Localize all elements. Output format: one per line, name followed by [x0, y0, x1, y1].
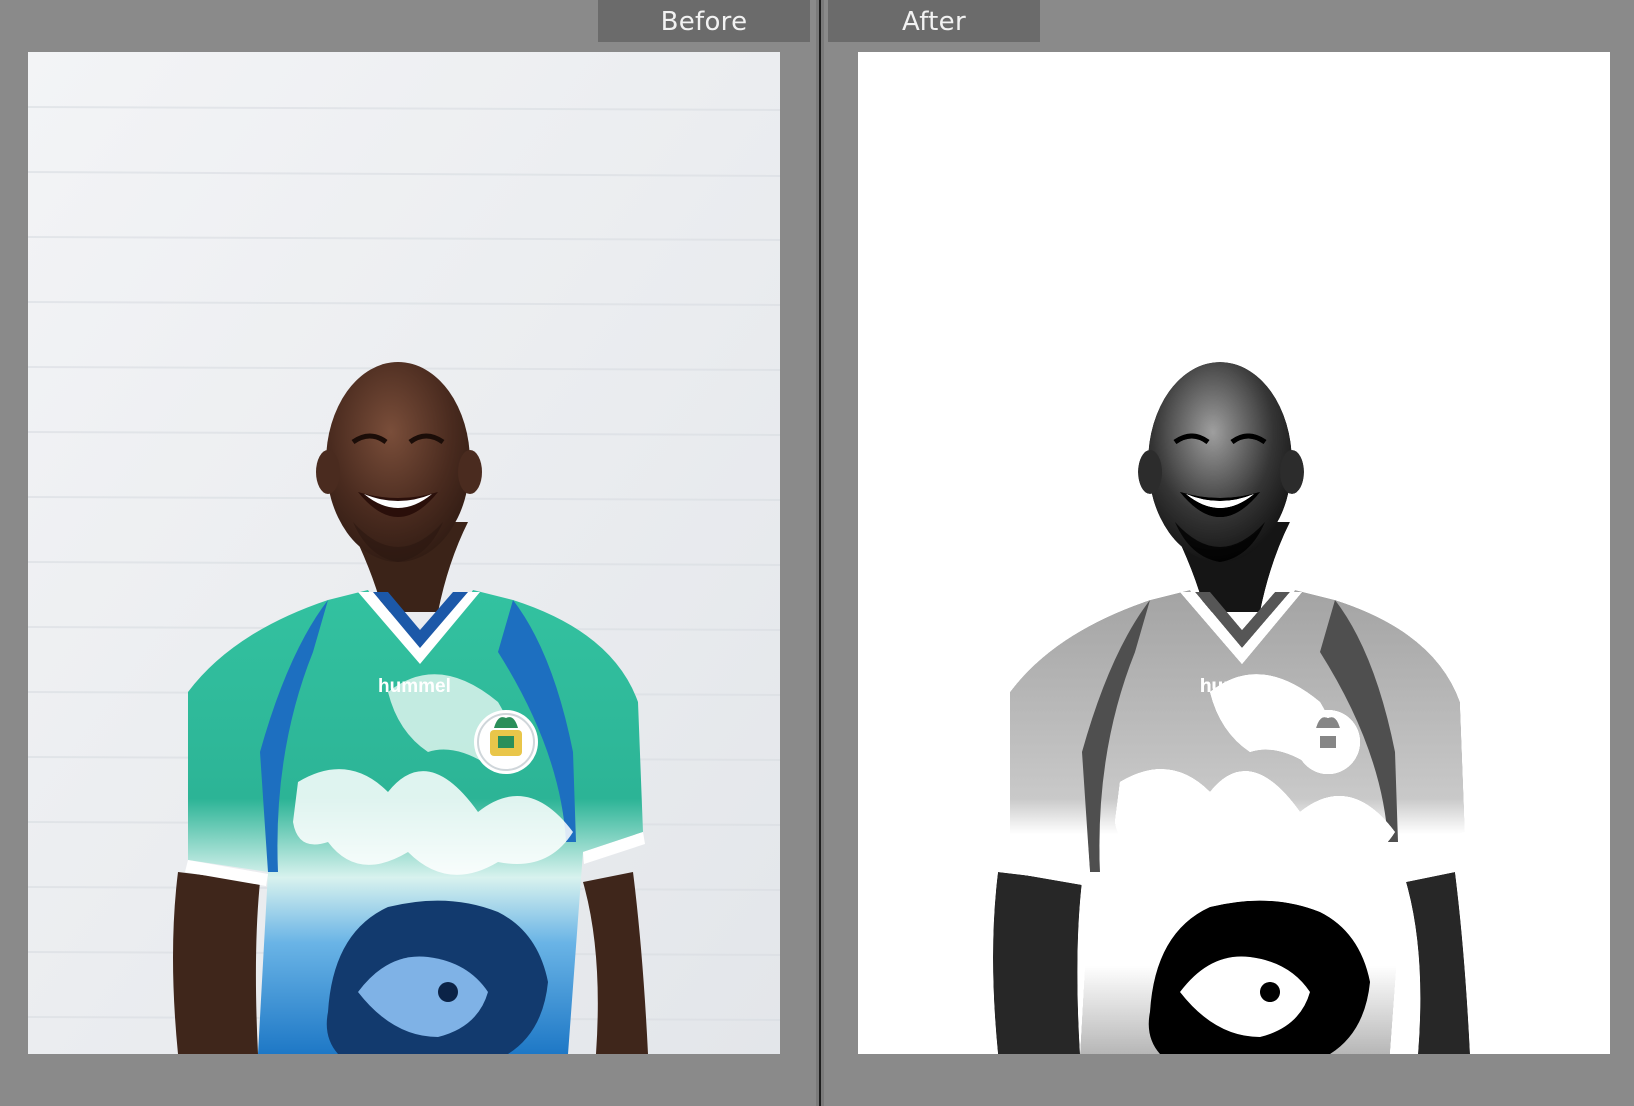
before-label: Before — [598, 0, 810, 42]
before-photo[interactable]: hummel — [28, 52, 780, 1054]
after-pane[interactable]: After hummel — [824, 0, 1634, 1106]
jersey-brand-text: hummel — [378, 676, 451, 697]
jersey-brand-text-after: hummel — [1200, 676, 1273, 697]
compare-divider[interactable] — [816, 0, 824, 1106]
before-pane[interactable]: Before hummel — [0, 0, 816, 1106]
before-after-compare-view: Before hummel After hummel — [0, 0, 1634, 1106]
after-photo[interactable]: hummel — [858, 52, 1610, 1054]
after-label: After — [828, 0, 1040, 42]
